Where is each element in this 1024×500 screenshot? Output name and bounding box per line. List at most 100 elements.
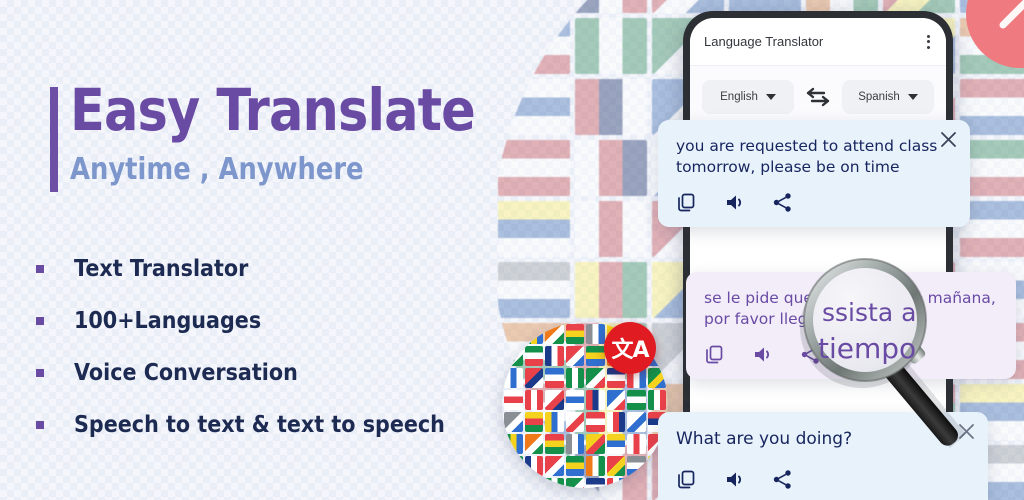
speaker-icon[interactable] — [724, 469, 745, 490]
swap-arrows-icon[interactable] — [805, 86, 831, 108]
feature-label: Speech to text & text to speech — [74, 412, 445, 438]
third-text: What are you doing? — [676, 429, 853, 449]
flag-tile — [586, 368, 605, 388]
flag-tile — [627, 456, 646, 476]
third-text-card: What are you doing? — [658, 412, 988, 500]
close-icon[interactable] — [957, 422, 976, 441]
flag-tile — [504, 478, 523, 488]
flag-tile — [524, 478, 543, 488]
flag-tile — [565, 346, 584, 366]
arrow-icon — [999, 0, 1024, 29]
flag-tile — [647, 390, 666, 410]
flag-tile — [960, 79, 1024, 135]
bullet-square-icon — [36, 369, 44, 377]
flag-tile — [504, 390, 523, 410]
flag-tile — [627, 412, 646, 432]
flag-tile — [504, 412, 523, 432]
close-icon[interactable] — [939, 130, 958, 149]
share-icon[interactable] — [772, 192, 793, 213]
flag-tile — [524, 456, 543, 476]
source-language-label: English — [720, 91, 758, 103]
flag-tile — [586, 346, 605, 366]
source-text: you are requested to attend class tomorr… — [676, 137, 938, 176]
flag-tile — [504, 324, 523, 344]
kebab-menu-icon[interactable] — [923, 31, 934, 53]
list-item: Speech to text & text to speech — [36, 399, 466, 451]
app-title: Language Translator — [704, 34, 824, 49]
flag-tile — [586, 478, 605, 488]
speaker-icon[interactable] — [752, 344, 773, 365]
flag-tile — [565, 478, 584, 488]
flag-tile — [606, 390, 625, 410]
flag-tile — [504, 368, 523, 388]
flag-tile — [565, 390, 584, 410]
chevron-down-icon — [765, 94, 776, 100]
flag-tile — [524, 412, 543, 432]
target-language-dropdown[interactable]: Spanish — [842, 80, 934, 114]
flag-tile — [606, 434, 625, 454]
flag-tile — [575, 140, 647, 196]
flag-tile — [575, 201, 647, 257]
list-item: 100+Languages — [36, 295, 466, 347]
flag-tile — [545, 412, 564, 432]
flag-tile — [498, 0, 570, 13]
copy-icon[interactable] — [676, 192, 697, 213]
language-selector-bar: English Spanish — [690, 66, 946, 128]
flag-tile — [575, 0, 647, 13]
flag-tile — [586, 324, 605, 344]
source-text-card: you are requested to attend class tomorr… — [658, 120, 970, 227]
flag-tile — [586, 412, 605, 432]
flag-tile — [524, 324, 543, 344]
flag-tile — [504, 456, 523, 476]
flag-tile — [565, 434, 584, 454]
feature-label: Voice Conversation — [74, 360, 298, 386]
flag-tile — [575, 18, 647, 74]
flag-tile — [545, 346, 564, 366]
copy-icon[interactable] — [676, 469, 697, 490]
flag-tile — [524, 390, 543, 410]
flag-tile — [524, 434, 543, 454]
flag-tile — [647, 368, 666, 388]
flag-tile — [565, 324, 584, 344]
flag-tile — [545, 478, 564, 488]
share-icon[interactable] — [772, 469, 793, 490]
card-actions — [704, 344, 998, 365]
flag-tile — [606, 478, 625, 488]
flag-tile — [498, 79, 570, 135]
flag-tile — [504, 346, 523, 366]
flag-tile — [498, 18, 570, 74]
card-actions — [676, 469, 970, 490]
flag-tile — [545, 324, 564, 344]
flag-tile — [498, 140, 570, 196]
flag-tile — [627, 478, 646, 488]
app-bar: Language Translator — [690, 18, 946, 66]
target-language-label: Spanish — [858, 91, 900, 103]
list-item: Text Translator — [36, 243, 466, 295]
bullet-square-icon — [36, 421, 44, 429]
flag-tile — [565, 412, 584, 432]
translated-text: se le pide que asista a clase mañana, po… — [704, 289, 996, 328]
flag-tile — [586, 434, 605, 454]
flag-tile — [586, 390, 605, 410]
source-language-dropdown[interactable]: English — [702, 80, 794, 114]
feature-label: 100+Languages — [74, 308, 262, 334]
page-title: Easy Translate — [70, 76, 476, 144]
speaker-icon[interactable] — [724, 192, 745, 213]
translate-badge-icon: 文A — [604, 322, 656, 374]
share-icon[interactable] — [800, 344, 821, 365]
translated-text-card: se le pide que asista a clase mañana, po… — [686, 272, 1016, 379]
flag-tile — [565, 368, 584, 388]
flag-tile — [627, 390, 646, 410]
flag-tile — [524, 368, 543, 388]
card-actions — [676, 192, 952, 213]
promo-banner: Easy Translate Anytime , Anywhere Text T… — [0, 0, 1024, 500]
flag-tile — [545, 434, 564, 454]
chevron-down-icon — [907, 94, 918, 100]
copy-icon[interactable] — [704, 344, 725, 365]
page-subtitle: Anytime , Anywhere — [70, 152, 364, 187]
list-item: Voice Conversation — [36, 347, 466, 399]
flag-tile — [606, 456, 625, 476]
bullet-square-icon — [36, 265, 44, 273]
flag-tile — [575, 79, 647, 135]
flag-tile — [565, 456, 584, 476]
